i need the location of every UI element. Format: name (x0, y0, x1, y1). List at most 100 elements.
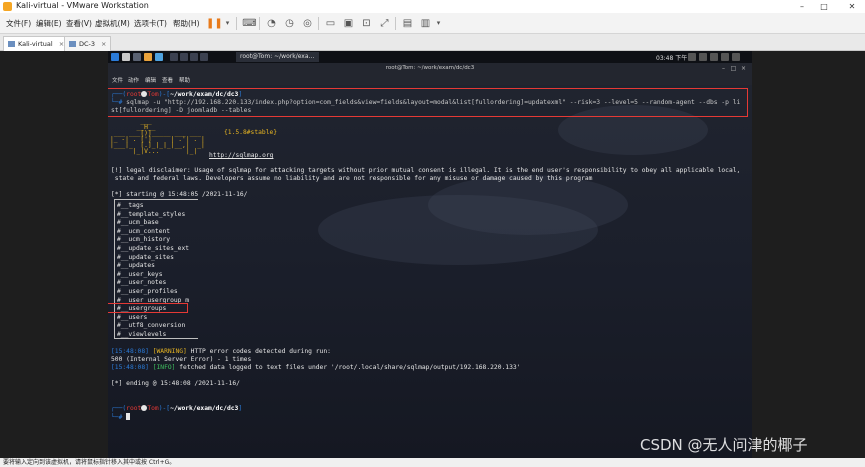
toolbar-divider (236, 17, 237, 30)
status-bar: 要将输入定向到该虚拟机，请将鼠标指针移入其中或按 Ctrl+G。 (0, 458, 865, 467)
terminal-menu-bar: 文件 动作 编辑 查看 帮助 (108, 74, 752, 85)
menu-file[interactable]: 文件(F) (6, 18, 31, 29)
table-name: #__viewlevels (117, 331, 167, 338)
sqlmap-url[interactable]: http://sqlmap.org (209, 152, 273, 160)
panel-clock: 03:48 下午 (656, 55, 688, 62)
menu-help[interactable]: 帮助(H) (173, 18, 200, 29)
terminal-title-bar: root@Tom: ~/work/exam/dc/dc3 – □ × (108, 63, 752, 74)
notification-icon[interactable] (710, 53, 718, 61)
kali-menu-icon[interactable] (111, 53, 119, 61)
kali-desktop[interactable]: root@Tom: ~/work/exa… 03:48 下午 root@Tom:… (108, 51, 752, 458)
prompt-line: ┌──(root Tom)-[~/work/exam/dc/dc3] (111, 405, 243, 412)
console-view-icon[interactable]: ⊡ (359, 16, 374, 31)
workspace-3-icon[interactable] (190, 53, 198, 61)
snapshot-icon[interactable]: ◔ (264, 16, 279, 31)
table-name: #__user_profiles (117, 288, 178, 295)
term-menu-edit[interactable]: 编辑 (145, 76, 156, 84)
kali-top-panel: root@Tom: ~/work/exa… 03:48 下午 (108, 51, 752, 63)
workspace-2-icon[interactable] (180, 53, 188, 61)
command-highlight-box (108, 88, 748, 117)
warning-line: [15:48:08] [WARNING] HTTP error codes de… (111, 348, 331, 355)
taskbar-terminal-window[interactable]: root@Tom: ~/work/exa… (236, 52, 319, 62)
toolbar-divider (259, 17, 260, 30)
stretch-icon[interactable]: ⤢ (377, 16, 392, 31)
window-title: Kali-virtual - VMware Workstation (16, 1, 149, 10)
workspace-4-icon[interactable] (200, 53, 208, 61)
command-input[interactable]: └─# (111, 413, 131, 422)
table-name: #__updates (117, 262, 155, 270)
close-button[interactable]: ✕ (843, 0, 861, 13)
menu-vm[interactable]: 虚拟机(M) (95, 18, 130, 29)
vm-margin-left (0, 51, 108, 458)
browser-icon[interactable] (144, 53, 152, 61)
sqlmap-logo: ___ __H__ ___ ___[)]_____ ___ ___ |_ -| … (110, 118, 205, 155)
terminal-output[interactable]: ┌──(root Tom)-[~/work/exam/dc/dc3] └─# sq… (108, 85, 752, 458)
table-name: #__users (117, 313, 148, 321)
terminal-launcher-icon[interactable] (155, 53, 163, 61)
revert-snapshot-icon[interactable]: ◷ (282, 16, 297, 31)
chevron-down-icon[interactable]: ▾ (220, 16, 235, 31)
legal-disclaimer-continued: state and federal laws. Developers assum… (111, 175, 593, 182)
vm-icon (8, 41, 15, 47)
tab-kali-virtual[interactable]: Kali-virtual × (3, 36, 70, 51)
starting-line: [*] starting @ 15:48:05 /2021-11-16/ (111, 191, 248, 198)
table-name: #__update_sites_ext (117, 245, 190, 252)
network-icon[interactable] (688, 53, 696, 61)
users-highlight-box (108, 303, 188, 313)
term-menu-help[interactable]: 帮助 (179, 76, 190, 84)
unity-icon[interactable]: ▣ (341, 16, 356, 31)
table-name: #__tags (117, 202, 144, 209)
ending-line: [*] ending @ 15:48:08 /2021-11-16/ (111, 380, 240, 387)
toolbar-divider (395, 17, 396, 30)
fullscreen-icon[interactable]: ▭ (323, 16, 338, 31)
tab-dc-3[interactable]: DC-3 × (64, 36, 112, 51)
background-cloud (428, 175, 628, 235)
vm-margin-right (752, 51, 865, 458)
terminal-window[interactable]: root@Tom: ~/work/exam/dc/dc3 – □ × 文件 动作… (108, 63, 752, 458)
vmware-app-icon (3, 2, 12, 11)
table-name: #__ucm_history (117, 236, 171, 244)
maximize-icon[interactable]: □ (730, 65, 737, 72)
minimize-button[interactable]: – (793, 0, 811, 13)
terminal-icon[interactable]: ▤ (400, 16, 415, 31)
maximize-button[interactable]: □ (815, 0, 833, 13)
legal-disclaimer: [!] legal disclaimer: Usage of sqlmap fo… (111, 167, 741, 174)
tab-label: Kali-virtual (18, 40, 53, 48)
table-name: #__ucm_base (117, 219, 159, 227)
table-name: #__utf8_conversion (117, 322, 186, 330)
minimize-icon[interactable]: – (720, 65, 727, 72)
table-name: #__template_styles (117, 210, 186, 218)
menu-bar: 文件(F) 编辑(E) 查看(V) 虚拟机(M) 选项卡(T) 帮助(H) ❚❚… (0, 13, 865, 34)
text-cursor (126, 413, 131, 420)
term-menu-actions[interactable]: 动作 (128, 76, 139, 84)
menu-tabs[interactable]: 选项卡(T) (134, 18, 167, 29)
tab-label: DC-3 (79, 40, 96, 48)
vm-display-area[interactable]: root@Tom: ~/work/exa… 03:48 下午 root@Tom:… (0, 51, 865, 458)
close-icon[interactable]: × (101, 40, 106, 48)
workspace-1-icon[interactable] (170, 53, 178, 61)
window-title-bar: Kali-virtual - VMware Workstation – □ ✕ (0, 0, 865, 13)
send-keys-icon[interactable]: ⌨ (242, 16, 257, 31)
menu-view[interactable]: 查看(V) (66, 18, 92, 29)
lock-icon[interactable] (721, 53, 729, 61)
power-icon[interactable] (732, 53, 740, 61)
table-name: #__user_notes (117, 279, 167, 287)
sqlmap-version: {1.5.8#stable} (224, 129, 278, 136)
info-line: [15:48:08] [INFO] fetched data logged to… (111, 364, 521, 371)
table-name: #__update_sites (117, 253, 174, 261)
table-name: #__ucm_content (117, 227, 171, 235)
csdn-watermark: CSDN @无人问津的椰子 (640, 436, 808, 454)
term-menu-view[interactable]: 查看 (162, 76, 173, 84)
snapshot-manager-icon[interactable]: ◎ (300, 16, 315, 31)
close-icon[interactable]: × (740, 65, 747, 72)
terminal-title: root@Tom: ~/work/exam/dc/dc3 (385, 65, 475, 71)
chevron-down-icon[interactable]: ▾ (431, 16, 446, 31)
error-count-line: 500 (Internal Server Error) - 1 times (111, 356, 252, 363)
menu-edit[interactable]: 编辑(E) (36, 18, 62, 29)
table-name: #__user_keys (117, 270, 163, 278)
term-menu-file[interactable]: 文件 (112, 76, 123, 84)
pause-icon[interactable]: ❚❚ (206, 16, 223, 31)
files-icon[interactable] (133, 53, 141, 61)
volume-icon[interactable] (699, 53, 707, 61)
desktop-icon[interactable] (122, 53, 130, 61)
